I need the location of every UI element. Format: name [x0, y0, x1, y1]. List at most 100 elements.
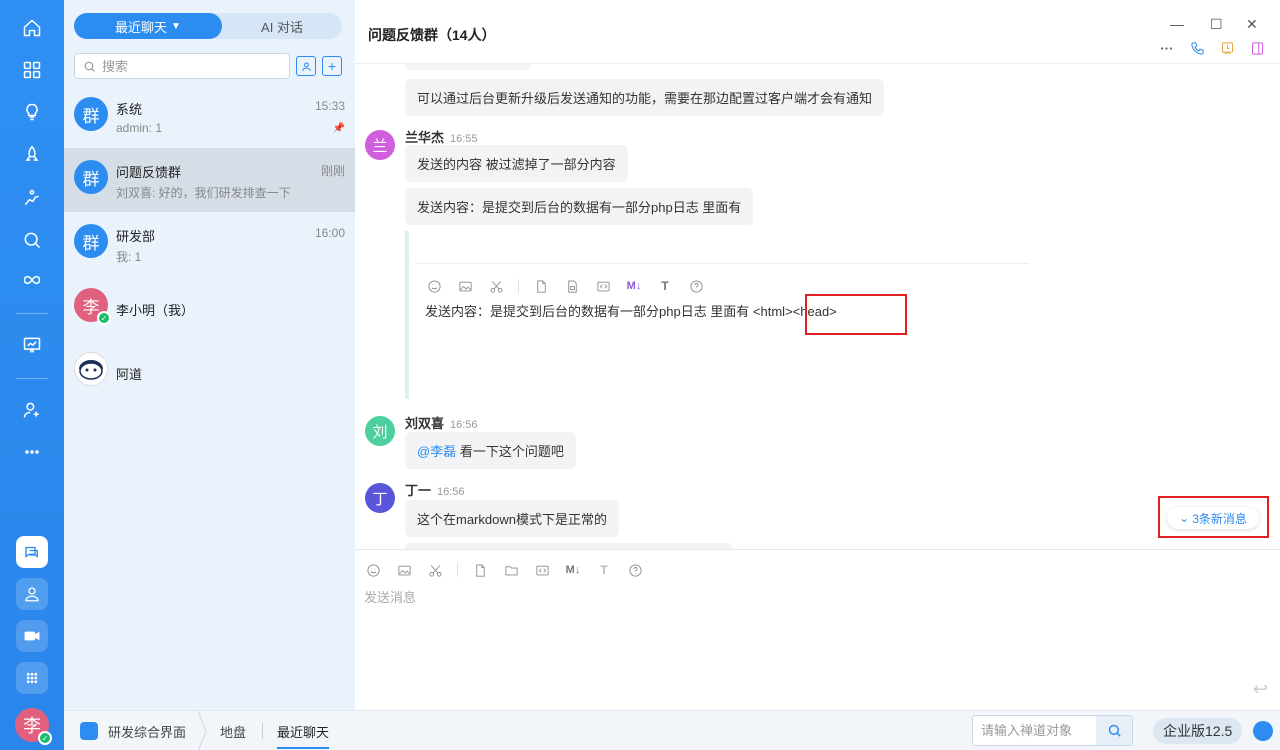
page-title: 问题反馈群（14人）: [368, 27, 496, 43]
message-bubble[interactable]: 这个在markdown模式下是正常的: [405, 500, 619, 537]
search-box: [74, 53, 290, 79]
breadcrumb-workspace[interactable]: 研发综合界面: [108, 722, 186, 741]
avatar[interactable]: 兰: [365, 130, 395, 160]
rocket-icon[interactable]: [20, 143, 44, 167]
add-icon[interactable]: +: [322, 56, 342, 76]
video-icon[interactable]: [16, 620, 48, 652]
contacts-picker-icon[interactable]: [296, 56, 316, 76]
message-list: 可以通过后台更新升级后发送通知的功能，需要在那边配置过客户端才会有通知 兰 兰华…: [355, 64, 1280, 549]
conversation-time: 刚刚: [320, 164, 345, 178]
apps-grid-icon[interactable]: [20, 58, 44, 82]
avatar: 李 ✓: [74, 288, 111, 325]
conversation-time: 15:33: [314, 99, 345, 113]
list-mode-switch: 最近聊天 ▼ AI 对话: [74, 13, 342, 39]
mention-link[interactable]: @李磊: [417, 444, 456, 459]
new-messages-button[interactable]: ⌄ 3条新消息: [1167, 507, 1259, 529]
phone-icon[interactable]: [1189, 40, 1205, 56]
chat-panel: 问题反馈群（14人） — ☐ ✕ 可以通过后台更新升级后发送通知的功能，需要在那…: [355, 0, 1280, 710]
breadcrumb-dashboard[interactable]: 地盘: [220, 722, 246, 741]
code-icon[interactable]: [594, 277, 612, 295]
reminder-icon[interactable]: [1219, 40, 1235, 56]
maximize-icon[interactable]: ☐: [1210, 16, 1223, 33]
conversation-name: 问题反馈群: [116, 165, 182, 180]
emoji-icon[interactable]: [364, 561, 382, 579]
message-time: 16:55: [450, 133, 478, 145]
lightbulb-icon[interactable]: [20, 100, 44, 124]
chat-icon[interactable]: [16, 536, 48, 568]
app-rail: 李 ✓: [0, 0, 64, 750]
help-icon[interactable]: [687, 277, 705, 295]
code-icon[interactable]: [533, 561, 551, 579]
online-status-icon: ✓: [97, 311, 111, 325]
tab-recent-chats[interactable]: 最近聊天 ▼: [74, 13, 222, 39]
message-bubble: [405, 64, 531, 70]
file-icon[interactable]: [471, 561, 489, 579]
message-input[interactable]: 发送消息: [364, 587, 416, 606]
conversation-item-adao[interactable]: 阿道: [64, 340, 355, 404]
help-icon[interactable]: [626, 561, 644, 579]
robot-avatar-icon: [74, 352, 108, 386]
message-bubble[interactable]: 发送内容：是提交到后台的数据有一部分php日志 里面有: [405, 188, 754, 225]
sprint-icon[interactable]: [20, 186, 44, 210]
folder-icon[interactable]: [502, 561, 520, 579]
markdown-icon[interactable]: M↓: [564, 561, 582, 579]
message-time: 16:56: [437, 486, 465, 498]
conversation-item-li-xiaoming[interactable]: 李 ✓ 李小明（我）: [64, 276, 355, 340]
message-bubble[interactable]: 可以通过后台更新升级后发送通知的功能，需要在那边配置过客户端才会有通知: [405, 79, 885, 116]
editor-input[interactable]: 发送内容：是提交到后台的数据有一部分php日志 里面有 <html><head>: [425, 301, 837, 320]
conversation-name: 阿道: [116, 367, 143, 382]
search-icon[interactable]: [1096, 716, 1132, 745]
conversation-item-system[interactable]: 群 系统 admin: 1 15:33 📌: [64, 85, 355, 149]
avatar[interactable]: 丁: [365, 483, 395, 513]
sidebar-toggle-icon[interactable]: [1249, 40, 1265, 56]
scissors-icon[interactable]: [487, 277, 505, 295]
message-time: 16:56: [450, 419, 478, 431]
conversation-name: 研发部: [116, 229, 156, 244]
message-bubble[interactable]: @李磊 看一下这个问题吧: [405, 432, 576, 469]
message-sender: 刘双喜 16:56: [405, 416, 478, 431]
send-icon[interactable]: ↩: [1253, 679, 1268, 700]
message-sender: 丁一 16:56: [405, 483, 465, 498]
admin-settings-icon[interactable]: [20, 398, 44, 422]
zentao-logo-icon[interactable]: [1253, 721, 1273, 741]
zentao-search-input[interactable]: [973, 716, 1097, 745]
contacts-icon[interactable]: [16, 578, 48, 610]
editing-message-card[interactable]: M↓ T 发送内容：是提交到后台的数据有一部分php日志 里面有 <html><…: [405, 231, 1031, 399]
highlight-annotation: [805, 294, 907, 335]
markdown-icon[interactable]: M↓: [625, 277, 643, 295]
apps-dots-icon[interactable]: [16, 662, 48, 694]
conversation-preview: 刘双喜: 好的，我们研发排查一下: [116, 186, 291, 200]
text-format-icon[interactable]: T: [656, 277, 674, 295]
avatar[interactable]: 刘: [365, 416, 395, 446]
image-icon[interactable]: [395, 561, 413, 579]
emoji-icon[interactable]: [425, 277, 443, 295]
conversation-item-rd-dept[interactable]: 群 研发部 我: 1 16:00: [64, 212, 355, 276]
tab-ai-chat[interactable]: AI 对话: [222, 13, 342, 39]
search-input[interactable]: [102, 58, 282, 74]
minimize-icon[interactable]: —: [1170, 16, 1184, 32]
text-format-icon[interactable]: T: [595, 561, 613, 579]
image-icon[interactable]: [456, 277, 474, 295]
home-icon[interactable]: [20, 16, 44, 40]
test-search-icon[interactable]: [20, 228, 44, 252]
message-sender: 兰华杰 16:55: [405, 130, 478, 145]
search-icon: [84, 61, 95, 72]
conversation-preview: admin: 1: [116, 121, 163, 135]
user-avatar[interactable]: 李 ✓: [15, 708, 52, 745]
avatar: 群: [74, 97, 108, 131]
double-chevron-down-icon: ⌄: [1179, 511, 1190, 525]
more-options-icon[interactable]: [1158, 40, 1174, 56]
breadcrumb-recent-chats[interactable]: 最近聊天: [277, 722, 330, 749]
folder-icon[interactable]: [563, 277, 581, 295]
message-bubble[interactable]: 发送的内容 被过滤掉了一部分内容: [405, 145, 628, 182]
file-icon[interactable]: [532, 277, 550, 295]
conversation-item-feedback-group[interactable]: 群 问题反馈群 刘双喜: 好的，我们研发排查一下 刚刚: [64, 148, 355, 212]
devops-infinity-icon[interactable]: [20, 268, 44, 292]
close-icon[interactable]: ✕: [1246, 16, 1258, 33]
board-chart-icon[interactable]: [20, 333, 44, 357]
more-icon[interactable]: [20, 440, 44, 464]
conversation-name: 系统: [116, 102, 143, 117]
pin-icon: 📌: [332, 123, 345, 134]
version-badge[interactable]: 企业版12.5: [1153, 718, 1243, 744]
scissors-icon[interactable]: [426, 561, 444, 579]
